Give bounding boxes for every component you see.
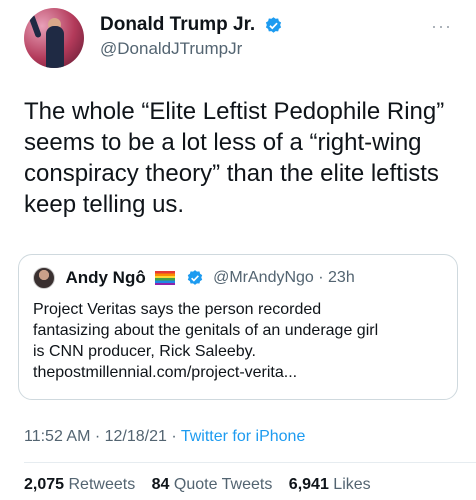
likes-count: 6,941 bbox=[288, 476, 329, 493]
tweet-text: The whole “Elite Leftist Pedophile Ring”… bbox=[24, 98, 445, 218]
quoted-author-avatar bbox=[33, 267, 55, 289]
quoted-link[interactable]: thepostmillennial.com/project-verita... bbox=[33, 362, 449, 383]
retweets-label: Retweets bbox=[68, 476, 136, 493]
quoted-verified-badge-icon bbox=[187, 270, 202, 285]
quoted-author-name: Andy Ngô bbox=[65, 268, 146, 287]
quoted-tweet-header: Andy Ngô @MrAndyNgo · 23h bbox=[33, 267, 355, 291]
tweet-header: Donald Trump Jr. @DonaldJTrumpJr ··· bbox=[24, 8, 452, 72]
quoted-text-line: is CNN producer, Rick Saleeby. bbox=[33, 343, 256, 360]
author-avatar[interactable] bbox=[24, 8, 84, 68]
author-names: Donald Trump Jr. @DonaldJTrumpJr bbox=[100, 14, 283, 59]
verified-badge-icon bbox=[265, 16, 281, 33]
quoted-handle-time: @MrAndyNgo · 23h bbox=[213, 269, 355, 286]
tweet-stats: 2,075 Retweets 84 Quote Tweets 6,941 Lik… bbox=[24, 476, 383, 494]
rainbow-flag-icon bbox=[155, 271, 176, 285]
retweets-count: 2,075 bbox=[24, 476, 65, 493]
tweet-source-link[interactable]: Twitter for iPhone bbox=[181, 428, 306, 445]
quoted-tweet-text: Project Veritas says the person recorded… bbox=[33, 299, 449, 383]
more-options-icon[interactable]: ··· bbox=[431, 16, 452, 37]
avatar-figure-body bbox=[46, 26, 64, 68]
author-display-name[interactable]: Donald Trump Jr. bbox=[100, 14, 255, 36]
likes-stat[interactable]: 6,941 Likes bbox=[289, 476, 371, 493]
divider bbox=[24, 462, 476, 463]
quote-tweets-count: 84 bbox=[151, 476, 170, 493]
quoted-text-line: Project Veritas says the person recorded bbox=[33, 301, 322, 318]
likes-label: Likes bbox=[333, 476, 371, 493]
quote-tweets-label: Quote Tweets bbox=[173, 476, 273, 493]
tweet-timestamp[interactable]: 11:52 AM · 12/18/21 · bbox=[24, 428, 181, 445]
quoted-tweet-card[interactable]: Andy Ngô @MrAndyNgo · 23h Project Verita… bbox=[18, 254, 458, 400]
retweets-stat[interactable]: 2,075 Retweets bbox=[24, 476, 135, 493]
author-handle[interactable]: @DonaldJTrumpJr bbox=[100, 39, 283, 59]
avatar-figure-arm bbox=[28, 13, 42, 39]
tweet-metadata: 11:52 AM · 12/18/21 · Twitter for iPhone bbox=[24, 428, 305, 446]
quoted-text-line: fantasizing about the genitals of an und… bbox=[33, 322, 379, 339]
quote-tweets-stat[interactable]: 84 Quote Tweets bbox=[152, 476, 273, 493]
